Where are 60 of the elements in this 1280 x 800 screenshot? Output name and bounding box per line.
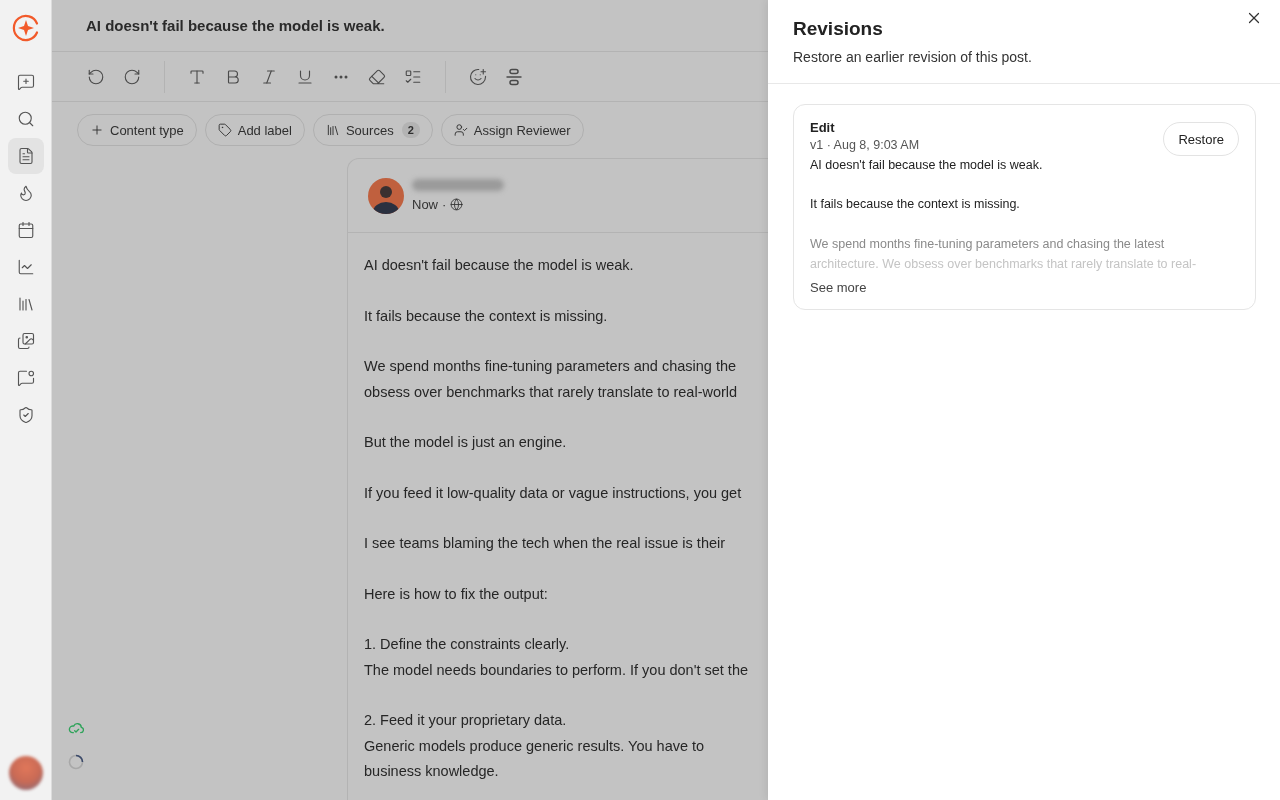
post-text-line: AI doesn't fail because the model is weak. (364, 256, 634, 275)
post-text-line: obsess over benchmarks that rarely translate to real-world (364, 382, 738, 402)
library-icon (325, 123, 340, 137)
sidebar-item[interactable] (7, 138, 44, 174)
tag-icon (217, 123, 232, 137)
library-icon (16, 295, 35, 313)
preview-text: AI doesn't fail because the model is weak. (810, 157, 1043, 174)
smile-plus-icon (469, 67, 487, 86)
loading-spinner-icon (68, 754, 84, 770)
user-check-icon (453, 123, 468, 137)
restore-button[interactable]: Restore (1163, 122, 1239, 156)
post-text-line: The model needs boundaries to perform. If you don't set the (364, 660, 749, 680)
chip-button[interactable]: Assign Reviewer (440, 114, 584, 146)
undo-icon (87, 67, 105, 86)
plus-icon (90, 123, 104, 137)
document-icon (16, 147, 35, 165)
chip-button[interactable]: Content type (77, 114, 197, 146)
post-text-line: But the model is just an engine. (364, 433, 567, 452)
spacing-icon (505, 67, 523, 86)
post-text-line: Here is how to fix the output: (364, 584, 548, 604)
user-avatar[interactable] (8, 756, 43, 790)
separator-dot: · (442, 197, 447, 212)
line-chart-icon (16, 258, 35, 276)
revision-meta: v1 · Aug 8, 9:03 AM (810, 138, 920, 152)
author-avatar (368, 177, 404, 214)
post-text-line: business knowledge. (364, 762, 499, 781)
panel-title: Revisions (793, 18, 884, 40)
post-text-line: Generic models produce generic results. You have to (364, 736, 705, 756)
count-badge: 2 (401, 122, 420, 138)
text-icon (188, 67, 206, 86)
post-time: Now (412, 197, 438, 212)
post-text-line: It fails because the context is missing. (364, 306, 608, 326)
calendar-icon (16, 221, 35, 239)
shield-check-icon (16, 406, 35, 424)
images-icon (16, 332, 35, 350)
preview-text: architecture. We obsess over benchmarks that rarely translate to real- (810, 256, 1197, 273)
search-icon (16, 110, 35, 128)
post-text-line: We spend months fine-tuning parameters and chasing the (364, 357, 737, 376)
globe-icon (450, 198, 464, 211)
eraser-icon (368, 67, 386, 86)
chip-button[interactable]: Add label (204, 114, 305, 146)
revision-title: Edit (810, 120, 836, 135)
chip-button[interactable]: Sources 2 (312, 114, 433, 146)
preview-text: We spend months fine-tuning parameters and chasing the latest (810, 236, 1165, 253)
more-icon (334, 74, 348, 79)
underline-icon (296, 67, 314, 86)
new-post-icon (16, 73, 35, 91)
panel-subtitle: Restore an earlier revision of this post. (793, 49, 1033, 65)
post-text-line: 1. Define the constraints clearly. (364, 635, 570, 654)
redo-icon (123, 67, 141, 86)
post-title: AI doesn't fail because the model is weak. (86, 17, 385, 34)
preview-text: It fails because the context is missing. (810, 196, 1020, 213)
checklist-icon (404, 67, 422, 86)
cloud-check-icon (68, 720, 84, 736)
post-text-line: I see teams blaming the tech when the real issue is their (364, 534, 726, 553)
message-dot-icon (16, 369, 35, 387)
post-text-line: If you feed it low-quality data or vague instructions, you get (364, 483, 742, 503)
see-more-link[interactable]: See more (810, 280, 867, 295)
post-text-line: 2. Feed it your proprietary data. (364, 711, 567, 730)
italic-icon (260, 67, 278, 86)
